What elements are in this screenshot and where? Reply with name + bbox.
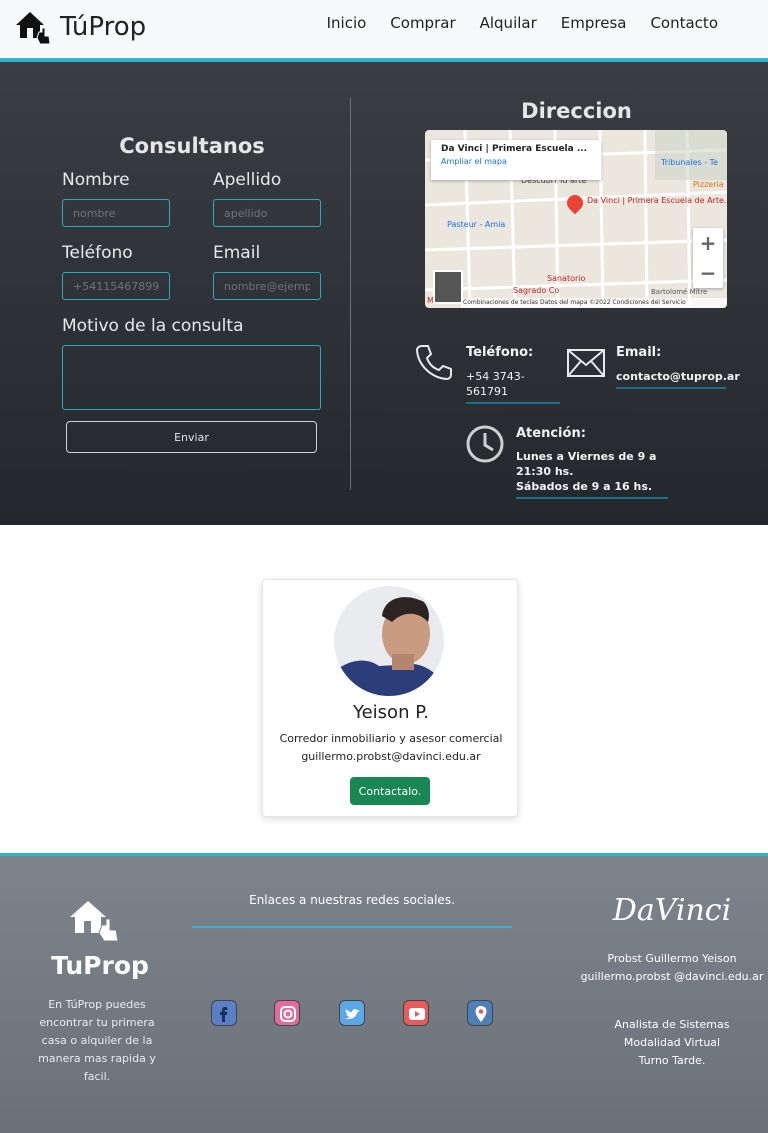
map-label-pasteur: Pasteur - Amia — [447, 220, 506, 229]
phone-label: Teléfono: — [466, 345, 534, 360]
map-card-title: Da Vinci | Primera Escuela ... — [441, 144, 588, 154]
map-label-bartolome: Bartolomé Mitre — [651, 288, 708, 296]
zoom-in-button[interactable]: + — [693, 228, 723, 258]
footer-house-hand-icon — [70, 901, 119, 942]
facebook-icon[interactable] — [211, 1000, 237, 1026]
agent-email: guillermo.probst@davinci.edu.ar — [301, 750, 481, 763]
map-satellite-thumbnail[interactable] — [433, 270, 463, 304]
navbar: TúProp Inicio Comprar Alquilar Empresa C… — [0, 0, 768, 58]
footer-career: Analista de Sistemas Modalidad Virtual T… — [578, 1016, 766, 1070]
nav-links: Inicio Comprar Alquilar Empresa Contacto — [303, 14, 718, 32]
davinci-logo: DaVinci — [612, 893, 732, 928]
agent-avatar — [334, 586, 444, 696]
footer-person: Probst Guillermo Yeison guillermo.probst… — [578, 950, 766, 986]
email-input[interactable] — [213, 272, 321, 300]
section-divider — [350, 98, 351, 490]
email-label: Email — [213, 243, 261, 263]
map-pin-label: Da Vinci | Primera Escuela de Arte... — [587, 196, 727, 205]
social-divider — [192, 926, 512, 928]
contact-section: Consultanos Nombre Apellido Teléfono Ema… — [0, 62, 768, 525]
brand-link[interactable]: TúProp — [14, 8, 146, 46]
map-label-pizzeria: Pizzeria — [693, 180, 724, 189]
nombre-label: Nombre — [62, 170, 130, 190]
hours-label: Atención: — [516, 426, 586, 441]
telefono-input[interactable] — [62, 272, 170, 300]
nav-link-empresa[interactable]: Empresa — [561, 14, 627, 32]
address-title: Direccion — [521, 99, 632, 123]
career-line-3: Turno Tarde. — [638, 1054, 706, 1067]
agent-name: Yeison P. — [353, 702, 429, 723]
footer-description: En TúProp puedes encontrar tu primera ca… — [38, 998, 156, 1083]
career-line-2: Modalidad Virtual — [623, 1036, 721, 1049]
footer: TuProp En TúProp puedes encontrar tu pri… — [0, 853, 768, 1133]
send-button[interactable]: Enviar — [66, 421, 317, 453]
hours-line-2: 21:30 hs. — [516, 465, 574, 478]
house-hand-icon — [16, 12, 51, 45]
agent-card: Yeison P. Corredor inmobiliario y asesor… — [262, 579, 518, 817]
apellido-label: Apellido — [213, 170, 282, 190]
email-info-label: Email: — [616, 345, 662, 360]
brand-name: TúProp — [60, 12, 147, 42]
email-info-value: contacto@tuprop.ar — [616, 369, 740, 389]
motivo-label: Motivo de la consulta — [62, 316, 244, 336]
map-label-sanatorio: Sanatorio — [547, 274, 586, 283]
agent-photo — [334, 586, 444, 696]
form-title: Consultanos — [119, 134, 265, 158]
footer-person-name: Probst Guillermo Yeison — [607, 952, 737, 965]
hours-line-3: Sábados de 9 a 16 hs. — [516, 479, 668, 499]
footer-brand: TuProp — [51, 951, 149, 980]
social-title: Enlaces a nuestras redes sociales. — [249, 893, 455, 907]
clock-icon — [466, 425, 504, 463]
nav-link-comprar[interactable]: Comprar — [390, 14, 455, 32]
phone-value: +54 3743-561791 — [466, 369, 560, 404]
map-footer: Combinaciones de teclas Datos del mapa ©… — [461, 298, 727, 308]
map-label-sagrado: Sagrado Co — [513, 286, 560, 295]
nav-link-alquilar[interactable]: Alquilar — [480, 14, 537, 32]
telefono-label: Teléfono — [62, 243, 133, 263]
twitter-icon[interactable] — [339, 1000, 365, 1026]
zoom-out-button[interactable]: − — [693, 258, 723, 288]
nav-link-contacto[interactable]: Contacto — [650, 14, 718, 32]
map-info-card: Da Vinci | Primera Escuela ... Ampliar e… — [431, 140, 601, 180]
map-zoom-control: + − — [693, 228, 723, 288]
apellido-input[interactable] — [213, 199, 321, 227]
map-enlarge-link[interactable]: Ampliar el mapa — [441, 157, 591, 166]
hours-line-1: Lunes a Viernes de 9 a — [516, 450, 657, 463]
contact-agent-button[interactable]: Contactalo. — [350, 777, 430, 805]
motivo-textarea[interactable] — [62, 345, 321, 410]
nav-link-inicio[interactable]: Inicio — [327, 14, 367, 32]
footer-person-email: guillermo.probst @davinci.edu.ar — [580, 970, 764, 983]
career-line-1: Analista de Sistemas — [614, 1018, 730, 1031]
embedded-map[interactable]: Da Vinci | Primera Escuela de Arte... Tr… — [425, 130, 727, 308]
location-icon[interactable] — [467, 1000, 493, 1026]
map-label-tribunales: Tribunales - Te — [661, 158, 719, 167]
footer-accent-line — [0, 853, 768, 856]
instagram-icon[interactable] — [274, 1000, 300, 1026]
youtube-icon[interactable] — [403, 1000, 429, 1026]
envelope-icon — [567, 349, 605, 377]
phone-icon — [415, 345, 452, 381]
nombre-input[interactable] — [62, 199, 170, 227]
agent-role: Corredor inmobiliario y asesor comercial — [279, 732, 503, 745]
